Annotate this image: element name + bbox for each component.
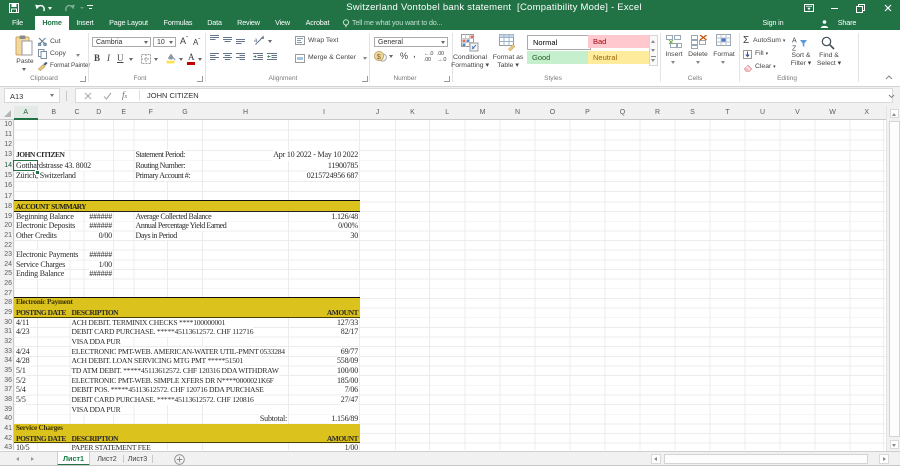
svg-text:A: A — [792, 38, 797, 45]
svg-text:Z: Z — [792, 46, 797, 52]
